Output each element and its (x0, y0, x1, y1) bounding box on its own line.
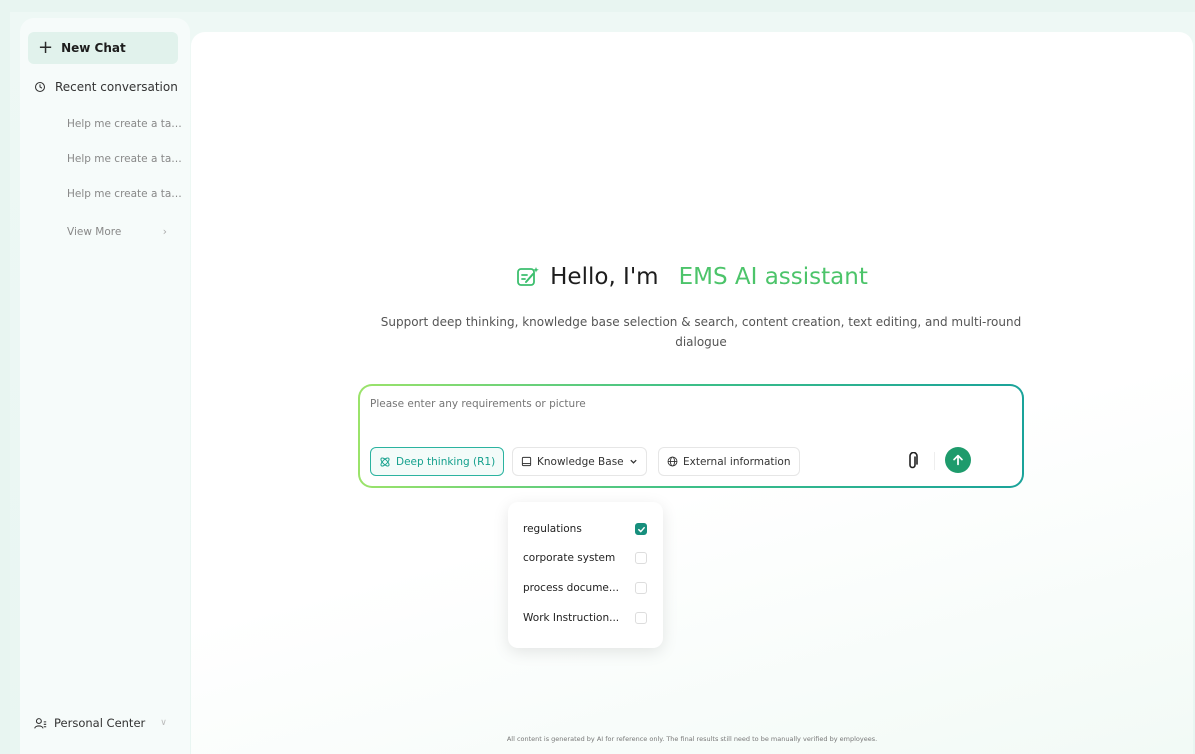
book-icon (521, 456, 532, 467)
knowledge-base-dropdown[interactable]: Knowledge Base (512, 447, 647, 476)
external-information-toggle[interactable]: External information (658, 447, 800, 476)
check-icon (637, 526, 645, 533)
kb-option-corporate-system[interactable]: corporate system (523, 552, 647, 564)
send-button[interactable] (945, 447, 971, 473)
greeting-heading: Hello, I'm EMS AI assistant (191, 264, 1193, 290)
deep-thinking-label: Deep thinking (R1) (396, 455, 496, 468)
checkbox[interactable] (635, 523, 647, 535)
view-more-label: View More (67, 226, 122, 238)
external-information-label: External information (683, 455, 791, 468)
new-chat-label: New Chat (61, 41, 126, 55)
main-panel: Hello, I'm EMS AI assistant Support deep… (191, 32, 1193, 754)
kb-option-regulations[interactable]: regulations (523, 523, 647, 535)
ai-disclaimer: All content is generated by AI for refer… (506, 735, 878, 743)
recent-list: Help me create a tan... Help me create a… (67, 118, 187, 223)
history-icon (34, 81, 46, 93)
chevron-down-icon: ∨ (160, 718, 167, 728)
checkbox[interactable] (635, 582, 647, 594)
kb-option-work-instructions[interactable]: Work Instruction... (523, 612, 647, 624)
recent-conversation-header: Recent conversation (34, 80, 178, 94)
user-icon (34, 717, 47, 729)
recent-conversation-title: Recent conversation (55, 80, 178, 94)
kb-option-label: process docume... (523, 582, 619, 594)
chevron-right-icon: › (162, 226, 167, 238)
sidebar: + New Chat Recent conversation Help me c… (20, 18, 190, 754)
kb-option-label: Work Instruction... (523, 612, 620, 624)
kb-option-process-documents[interactable]: process docume... (523, 582, 647, 594)
deep-thinking-toggle[interactable]: Deep thinking (R1) (370, 447, 505, 476)
checkbox[interactable] (635, 612, 647, 624)
personal-center-label: Personal Center (54, 716, 146, 730)
knowledge-base-menu: regulations corporate system process doc… (508, 502, 663, 648)
chat-input-box: Deep thinking (R1) Knowledge Base Extern… (358, 384, 1024, 488)
assistant-name: EMS AI assistant (678, 264, 868, 290)
kb-option-label: corporate system (523, 552, 616, 564)
subtitle: Support deep thinking, knowledge base se… (380, 315, 1022, 349)
recent-item[interactable]: Help me create a tan... (67, 118, 187, 153)
recent-item[interactable]: Help me create a tan... (67, 188, 187, 223)
edit-sparkle-icon (517, 267, 539, 286)
personal-center-button[interactable]: Personal Center ∨ (34, 716, 167, 730)
knowledge-base-label: Knowledge Base (537, 455, 624, 468)
chevron-down-icon (629, 459, 637, 464)
plus-icon: + (38, 37, 54, 58)
recent-item[interactable]: Help me create a tan... (67, 153, 187, 188)
atom-icon (380, 456, 390, 467)
chat-input[interactable] (370, 398, 970, 410)
greeting-text: Hello, I'm (550, 264, 659, 290)
paperclip-icon[interactable] (906, 452, 920, 470)
globe-icon (667, 456, 678, 467)
checkbox[interactable] (635, 552, 647, 564)
arrow-up-icon (953, 454, 963, 466)
new-chat-button[interactable]: + New Chat (28, 32, 178, 64)
kb-option-label: regulations (523, 523, 582, 535)
divider (934, 452, 935, 470)
view-more-link[interactable]: View More › (67, 226, 167, 238)
